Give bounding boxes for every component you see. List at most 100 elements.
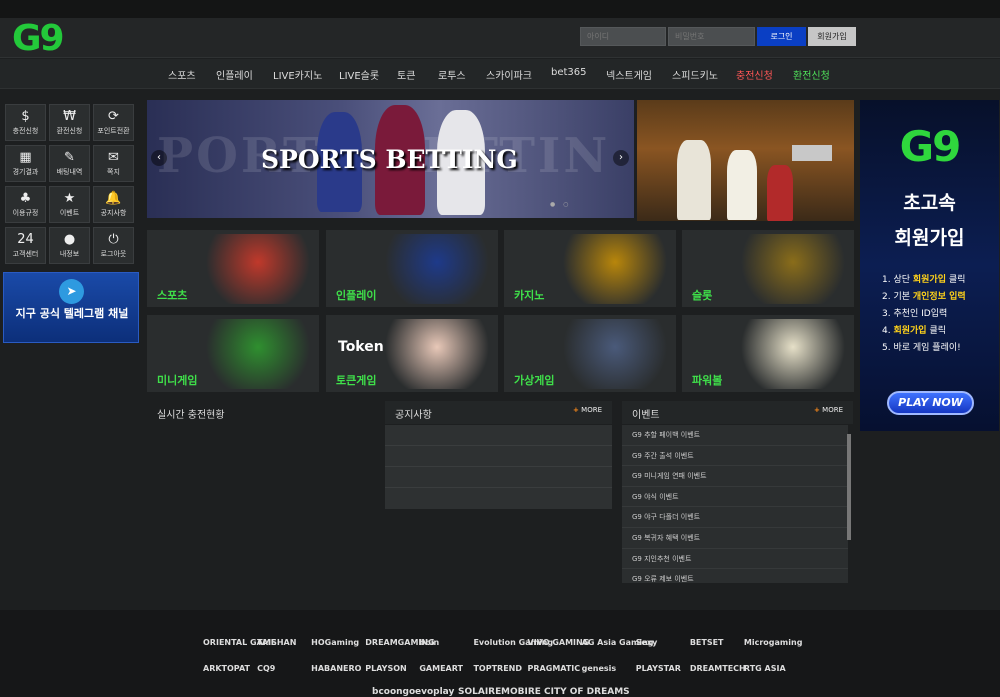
game-tile-label: 미니게임 <box>157 374 198 387</box>
notice-title: 공지사항 <box>395 410 432 421</box>
game-tile-virtual-game[interactable]: 가상게임 <box>504 315 676 392</box>
nav-live-casino[interactable]: LIVE카지노 <box>273 67 322 82</box>
provider-logo: HABANERO <box>311 664 362 673</box>
nav-live-slot[interactable]: LIVE슬롯 <box>339 67 379 82</box>
game-tile-label: 카지노 <box>514 289 545 302</box>
list-item[interactable]: G9 미니게임 연패 이벤트 <box>622 466 848 487</box>
provider-logo: RTG ASIA <box>743 664 786 673</box>
nav-deposit[interactable]: 충전신청 <box>736 67 773 82</box>
list-item[interactable] <box>385 425 612 446</box>
list-item[interactable] <box>385 467 612 488</box>
ad-step: 3. 추천인 ID입력 <box>882 309 948 319</box>
quick-menu-withdraw[interactable]: ₩ 환전신청 <box>49 104 90 141</box>
game-tile-slot[interactable]: 슬롯 <box>682 230 854 307</box>
banner-pagination[interactable]: ● ○ <box>550 201 571 208</box>
quick-menu-bell[interactable]: 🔔 공지사항 <box>93 186 134 223</box>
nav-sports[interactable]: 스포츠 <box>168 67 196 82</box>
player-figure <box>677 140 711 220</box>
ad-title-2: 회원가입 <box>894 227 965 249</box>
quick-menu-scoreboard[interactable]: ▦ 경기결과 <box>5 145 46 182</box>
mail-icon: ✉ <box>108 150 119 165</box>
quick-menu-bet-history[interactable]: ✎ 배팅내역 <box>49 145 90 182</box>
star-icon: ★ <box>63 191 76 206</box>
list-item[interactable]: G9 복귀자 혜택 이벤트 <box>622 528 848 549</box>
provider-logo: ARKTOPAT <box>203 664 250 673</box>
withdraw-icon: ₩ <box>63 109 76 124</box>
list-item[interactable]: G9 오류 제보 이벤트 <box>622 569 848 583</box>
quick-menu-star[interactable]: ★ 이벤트 <box>49 186 90 223</box>
quick-menu-point-exchange[interactable]: ⟳ 포인트전환 <box>93 104 134 141</box>
game-tile-powerball[interactable]: 파워볼 <box>682 315 854 392</box>
list-item[interactable]: G9 야구 다폴더 이벤트 <box>622 507 848 528</box>
notice-header: 공지사항 + MORE <box>385 401 612 424</box>
list-item[interactable]: G9 추할 페이백 이벤트 <box>622 425 848 446</box>
game-tile-label: 슬롯 <box>692 289 713 302</box>
nav-bet365[interactable]: bet365 <box>551 67 587 78</box>
clover-icon: ♣ <box>19 191 32 206</box>
id-input[interactable] <box>580 27 666 46</box>
game-tile-minigame[interactable]: 미니게임 <box>147 315 319 392</box>
nav-speedkeno[interactable]: 스피드키노 <box>672 67 718 82</box>
provider-logo: VIVO GAMING <box>527 638 590 647</box>
quick-menu: $ 충전신청 ₩ 환전신청 ⟳ 포인트전환 ▦ 경기결과 ✎ 배팅내역 ✉ 쪽지 ♣ 이용규정 ★ 이벤트 🔔 공… <box>5 104 137 264</box>
quick-menu-label: 환전신청 <box>56 127 83 135</box>
list-item[interactable]: G9 지인추천 이벤트 <box>622 549 848 570</box>
scoreboard-sign <box>792 145 832 161</box>
top-strip <box>0 0 1000 18</box>
list-item[interactable] <box>385 488 612 509</box>
play-now-button[interactable]: PLAY NOW <box>887 391 974 415</box>
password-input[interactable] <box>668 27 755 46</box>
banner-next-arrow[interactable]: › <box>613 150 629 166</box>
quick-menu-power[interactable]: ⏻ 로그아웃 <box>93 227 134 264</box>
quick-menu-label: 경기결과 <box>12 168 39 176</box>
ad-step: 1. 상단 회원가입 클릭 <box>882 275 966 285</box>
ad-title-1: 초고속 <box>903 192 956 214</box>
nav-inplay[interactable]: 인플레이 <box>216 67 253 82</box>
quick-menu-clover[interactable]: ♣ 이용규정 <box>5 186 46 223</box>
nav-token[interactable]: 토큰 <box>397 67 415 82</box>
game-tile-sports[interactable]: 스포츠 <box>147 230 319 307</box>
quick-menu-user[interactable]: ● 내정보 <box>49 227 90 264</box>
nav-withdraw[interactable]: 환전신청 <box>793 67 830 82</box>
quick-menu-label: 이벤트 <box>59 209 80 217</box>
login-button[interactable]: 로그인 <box>757 27 806 46</box>
telegram-banner[interactable]: ➤ 지구 공식 텔레그램 채널 <box>3 272 139 343</box>
site-logo[interactable]: G9 <box>12 21 65 57</box>
nav-lotus[interactable]: 로투스 <box>438 67 466 82</box>
sports-betting-banner[interactable]: PORTS BETTIN SPORTS BETTING ‹ › ● ○ <box>147 100 634 218</box>
provider-logo: GAMEART <box>419 664 463 673</box>
nav-skypark[interactable]: 스카이파크 <box>486 67 532 82</box>
game-tile-inplay[interactable]: 인플레이 <box>326 230 498 307</box>
game-tile-label: 가상게임 <box>514 374 555 387</box>
events-title: 이벤트 <box>632 410 660 421</box>
list-item[interactable] <box>385 446 612 467</box>
game-tile-label: 스포츠 <box>157 289 188 302</box>
game-tile-casino[interactable]: 카지노 <box>504 230 676 307</box>
tile-artwork <box>560 234 670 304</box>
provider-logo: TAISHAN <box>257 638 297 647</box>
events-list: G9 추할 페이백 이벤트 G9 주간 출석 이벤트 G9 미니게임 연패 이벤트 G… <box>622 425 848 583</box>
join-button[interactable]: 회원가입 <box>808 27 856 46</box>
events-more-link[interactable]: + MORE <box>814 406 843 414</box>
quick-menu-mail[interactable]: ✉ 쪽지 <box>93 145 134 182</box>
provider-logo: bbin <box>419 638 440 647</box>
quick-menu-deposit[interactable]: $ 충전신청 <box>5 104 46 141</box>
events-scrollbar[interactable] <box>847 434 851 540</box>
game-tile-label: 파워볼 <box>692 374 723 387</box>
list-item[interactable]: G9 야식 이벤트 <box>622 487 848 508</box>
quick-menu-label: 쪽지 <box>107 168 120 176</box>
banner-prev-arrow[interactable]: ‹ <box>151 150 167 166</box>
provider-logo: BETSET <box>689 638 724 647</box>
nav-nextgame[interactable]: 넥스트게임 <box>606 67 652 82</box>
quick-menu-label: 이용규정 <box>12 209 39 217</box>
game-tile-token-game[interactable]: Token 토큰게임 <box>326 315 498 392</box>
quick-menu-label: 포인트전환 <box>97 127 130 135</box>
notice-more-link[interactable]: + MORE <box>573 406 602 414</box>
deposit-icon: $ <box>21 109 30 124</box>
list-item[interactable]: G9 주간 출석 이벤트 <box>622 446 848 467</box>
game-tile-label: 인플레이 <box>336 289 377 302</box>
quick-menu-support-24[interactable]: 24 고객센터 <box>5 227 46 264</box>
basketball-banner[interactable] <box>637 100 854 221</box>
signup-ad[interactable]: G9 초고속 회원가입 1. 상단 회원가입 클릭 2. 기본 개인정보 입력 3.… <box>860 100 999 431</box>
quick-menu-label: 내정보 <box>59 250 80 258</box>
